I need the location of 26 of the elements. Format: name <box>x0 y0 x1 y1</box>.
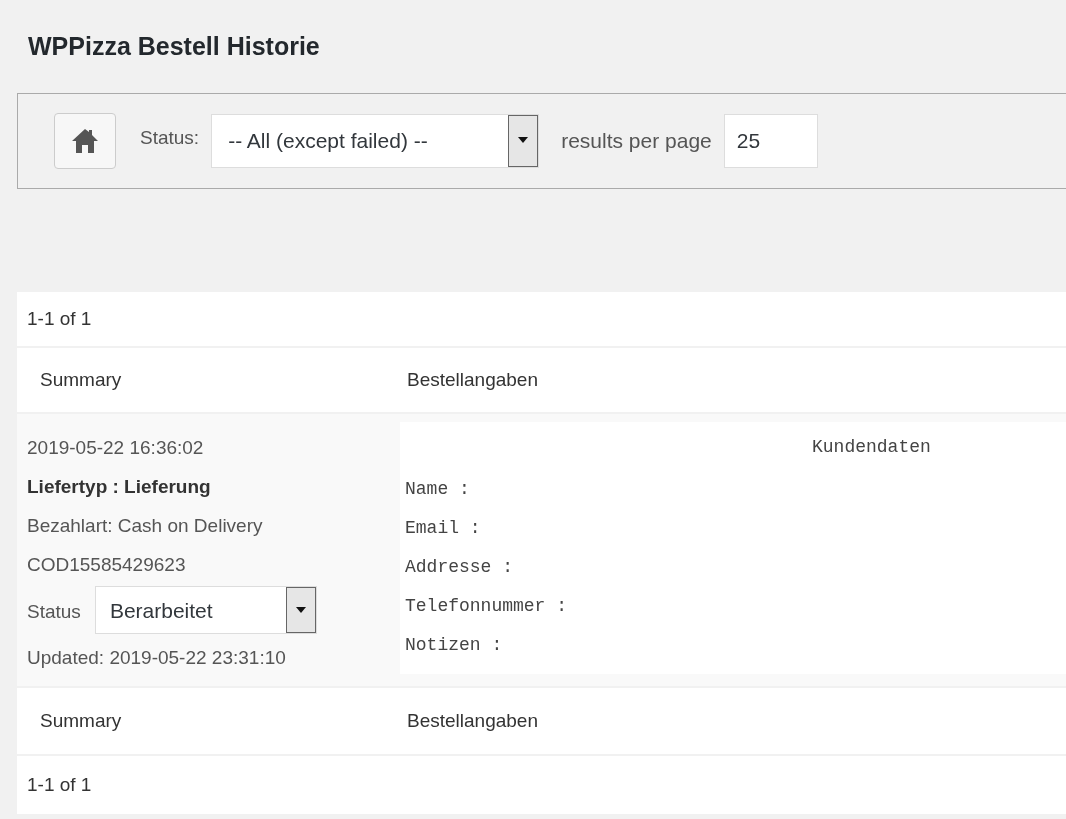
page-title: WPPizza Bestell Historie <box>28 31 320 62</box>
detail-label: Addresse : <box>405 557 514 577</box>
transaction-id: COD15585429623 <box>27 553 187 577</box>
detail-label: Telefonnummer : <box>405 596 568 616</box>
order-date: 2019-05-22 16:36:02 <box>27 436 205 460</box>
details-heading: Kundendaten <box>812 437 931 457</box>
home-icon <box>71 128 99 154</box>
detail-label: Email : <box>405 518 481 538</box>
results-per-page-field[interactable]: 25 <box>723 114 818 168</box>
status-dropdown[interactable]: -- All (except failed) -- <box>211 114 540 168</box>
updated-date: Updated: 2019-05-22 23:31:10 <box>27 646 287 670</box>
payment-method: Bezahlart: Cash on Delivery <box>27 514 264 538</box>
status-label: Status <box>27 600 81 624</box>
column-header: Summary <box>40 368 122 390</box>
status-dropdown[interactable]: Berarbeitet <box>94 586 317 634</box>
pagination-count: 1-1 of 1 <box>27 306 92 331</box>
column-header: Bestellangaben <box>407 368 538 390</box>
delivery-type: Liefertyp : Lieferung <box>27 475 212 499</box>
results-per-page-label: results per page <box>561 128 712 155</box>
detail-label: Name : <box>405 479 470 499</box>
status-label: Status: <box>140 126 200 150</box>
detail-label: Notizen : <box>405 635 503 655</box>
column-header: Summary <box>40 709 122 731</box>
column-header: Bestellangaben <box>407 709 538 731</box>
pagination-count: 1-1 of 1 <box>27 772 92 797</box>
home-button[interactable] <box>54 113 116 169</box>
